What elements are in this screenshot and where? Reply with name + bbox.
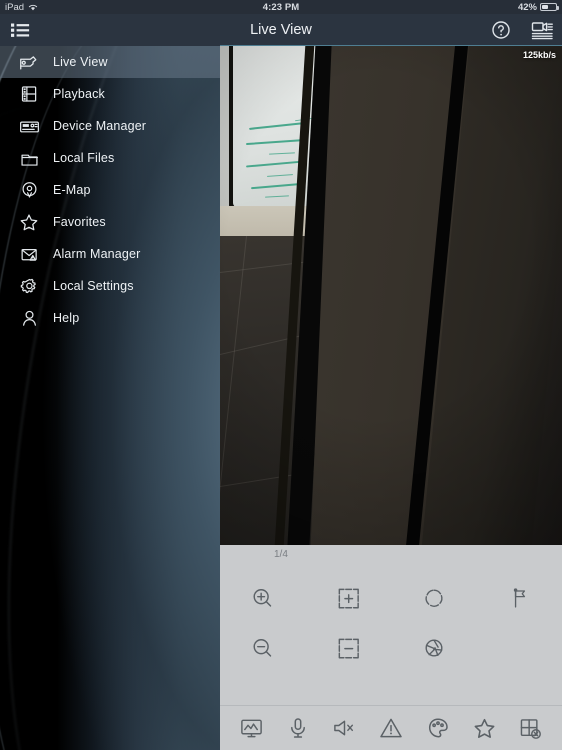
status-bar-clock: 4:23 PM: [262, 1, 300, 13]
navigation-bar: Live View: [0, 14, 562, 46]
star-icon: [16, 210, 42, 234]
folder-icon: [16, 146, 42, 170]
sidebar-item-alarm-manager[interactable]: Alarm Manager: [0, 238, 220, 270]
envelope-alert-icon: [16, 242, 42, 266]
close-all-grid-icon[interactable]: [516, 713, 546, 743]
live-view-screen: iPad 4:23 PM 42% Live View Live View Pla…: [0, 0, 562, 750]
iris-open-icon[interactable]: [417, 581, 451, 615]
navigation-bar-actions: [490, 19, 553, 41]
live-video-pane[interactable]: 125kb/s: [220, 46, 562, 545]
battery-percent-label: 42%: [517, 1, 537, 13]
person-icon: [16, 306, 42, 330]
iris-close-icon[interactable]: [417, 631, 451, 665]
sidebar-item-label: Alarm Manager: [53, 247, 141, 261]
film-strip-icon: [16, 82, 42, 106]
sidebar-item-help[interactable]: Help: [0, 302, 220, 334]
sidebar-item-label: Favorites: [53, 215, 106, 229]
sidebar-menu: Live View Playback Device Manager Local …: [0, 46, 220, 334]
sidebar-item-label: Local Files: [53, 151, 115, 165]
zoom-in-icon[interactable]: [246, 581, 280, 615]
video-bitrate-label: 125kb/s: [522, 50, 556, 60]
status-bar: iPad 4:23 PM 42%: [0, 0, 562, 14]
sidebar-item-device-manager[interactable]: Device Manager: [0, 110, 220, 142]
sidebar-item-local-files[interactable]: Local Files: [0, 142, 220, 174]
gear-icon: [16, 274, 42, 298]
sidebar-item-label: E-Map: [53, 183, 91, 197]
speaker-mute-icon[interactable]: [329, 713, 359, 743]
map-pin-icon: [16, 178, 42, 202]
video-camera-icon: [16, 50, 42, 74]
camera-list-icon[interactable]: [530, 19, 553, 41]
bottom-toolbar: [220, 705, 562, 750]
ptz-empty-slot: [502, 631, 536, 665]
microphone-icon[interactable]: [283, 713, 313, 743]
sidebar-item-local-settings[interactable]: Local Settings: [0, 270, 220, 302]
star-icon[interactable]: [469, 713, 499, 743]
preset-flag-icon[interactable]: [502, 581, 536, 615]
focus-out-icon[interactable]: [331, 631, 365, 665]
status-bar-right: 42%: [517, 1, 559, 13]
alarm-triangle-icon[interactable]: [376, 713, 406, 743]
sidebar-item-e-map[interactable]: E-Map: [0, 174, 220, 206]
monitor-device-icon: [16, 114, 42, 138]
sidebar-item-playback[interactable]: Playback: [0, 78, 220, 110]
sidebar-drawer: Live View Playback Device Manager Local …: [0, 46, 220, 750]
sidebar-item-favorites[interactable]: Favorites: [0, 206, 220, 238]
sidebar-item-label: Playback: [53, 87, 105, 101]
question-circle-icon[interactable]: [490, 19, 512, 41]
sidebar-item-label: Live View: [53, 55, 108, 69]
palette-icon[interactable]: [423, 713, 453, 743]
battery-icon: [540, 3, 559, 11]
focus-in-icon[interactable]: [331, 581, 365, 615]
zoom-out-icon[interactable]: [246, 631, 280, 665]
ptz-button-grid: [220, 581, 562, 665]
stream-monitor-icon[interactable]: [236, 713, 266, 743]
page-title: Live View: [250, 22, 312, 38]
sidebar-item-live-view[interactable]: Live View: [0, 46, 220, 78]
sidebar-item-label: Local Settings: [53, 279, 134, 293]
sidebar-item-label: Device Manager: [53, 119, 147, 133]
navbar-accent-underline: [220, 45, 562, 46]
ptz-control-panel: 1/4: [220, 545, 562, 705]
ptz-page-indicator: 1/4: [274, 549, 288, 560]
sidebar-item-label: Help: [53, 311, 80, 325]
